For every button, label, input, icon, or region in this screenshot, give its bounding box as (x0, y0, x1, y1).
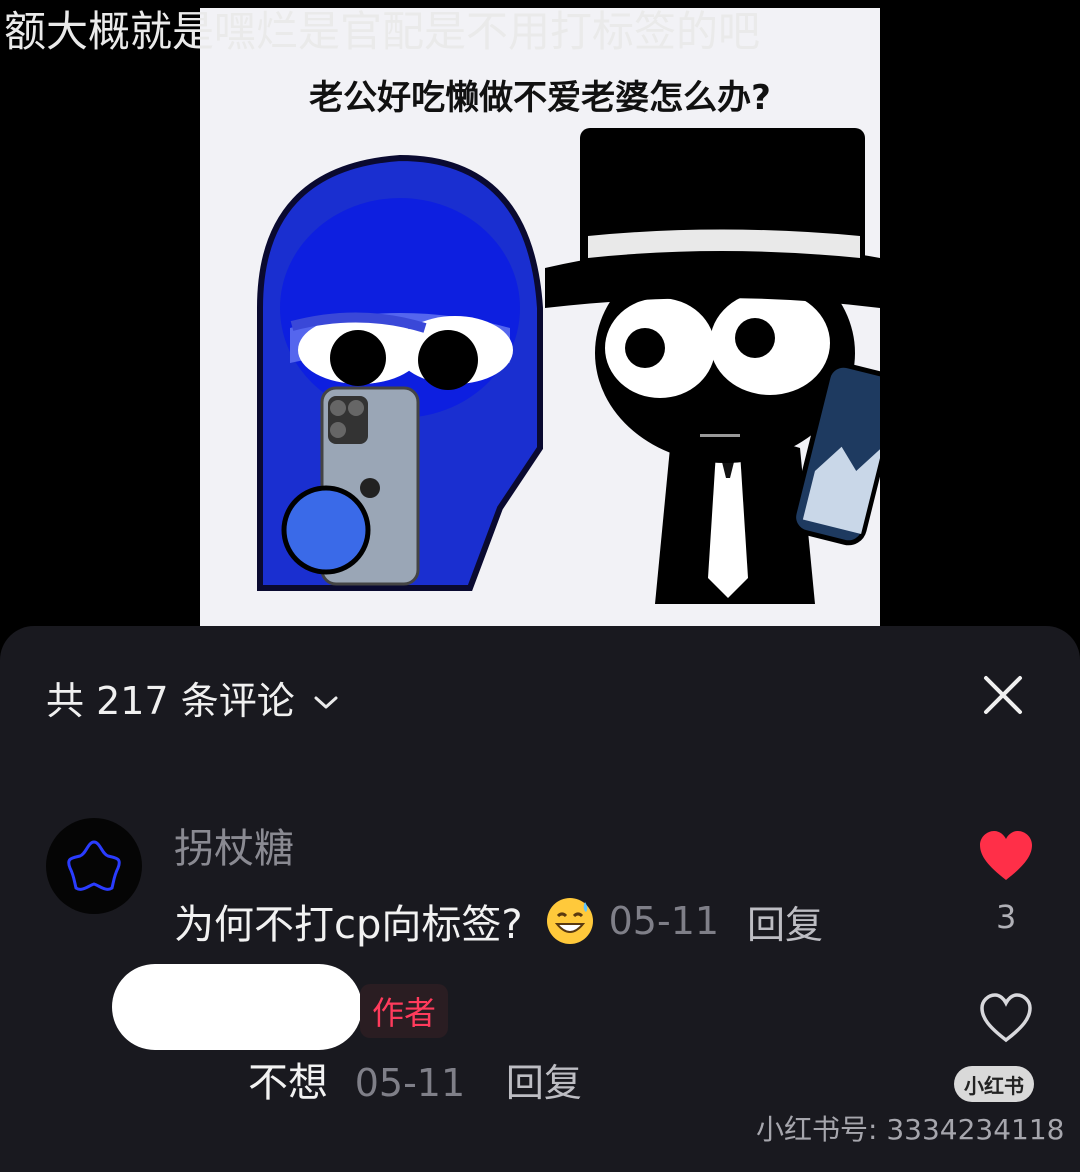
avatar[interactable] (46, 818, 142, 914)
comments-sheet: 共 217 条评论 拐杖糖 为何不打cp向标签? 05-11 回复 3 作者 不… (0, 626, 1080, 1172)
heart-filled-icon[interactable] (978, 830, 1034, 882)
meme-image[interactable]: 老公好吃懒做不爱老婆怎么办? (200, 8, 880, 626)
star-icon (67, 840, 121, 891)
reply-date: 05-11 (354, 1061, 466, 1105)
sweat-smile-emoji-icon (545, 896, 595, 946)
xiaohongshu-logo: 小红书 (954, 1066, 1034, 1102)
comments-count-label: 共 217 条评论 (46, 679, 295, 723)
meme-title: 老公好吃懒做不爱老婆怎么办? (309, 78, 771, 118)
reply-text: 不想 (248, 1060, 328, 1106)
author-badge: 作者 (360, 984, 449, 1038)
reply-button[interactable]: 回复 (747, 894, 823, 949)
comment-text: 为何不打cp向标签? (174, 902, 523, 948)
reply-button[interactable]: 回复 (506, 1061, 582, 1105)
comment-row[interactable]: 为何不打cp向标签? 05-11 回复 (174, 892, 823, 950)
redacted-username (112, 964, 362, 1050)
comment-date: 05-11 (608, 899, 720, 943)
chevron-down-icon (313, 676, 339, 720)
comment-username[interactable]: 拐杖糖 (174, 816, 294, 874)
close-icon[interactable] (980, 672, 1026, 718)
heart-outline-icon[interactable] (978, 992, 1034, 1044)
watermark-id: 小红书号: 3334234118 (756, 1113, 1065, 1146)
like-count: 3 (996, 898, 1017, 936)
reply-comment-row[interactable]: 不想 05-11 回复 (248, 1050, 582, 1108)
comments-count-header[interactable]: 共 217 条评论 (46, 670, 339, 725)
image-caption: 额大概就是嘿烂是官配是不用打标签的吧 (4, 7, 761, 56)
